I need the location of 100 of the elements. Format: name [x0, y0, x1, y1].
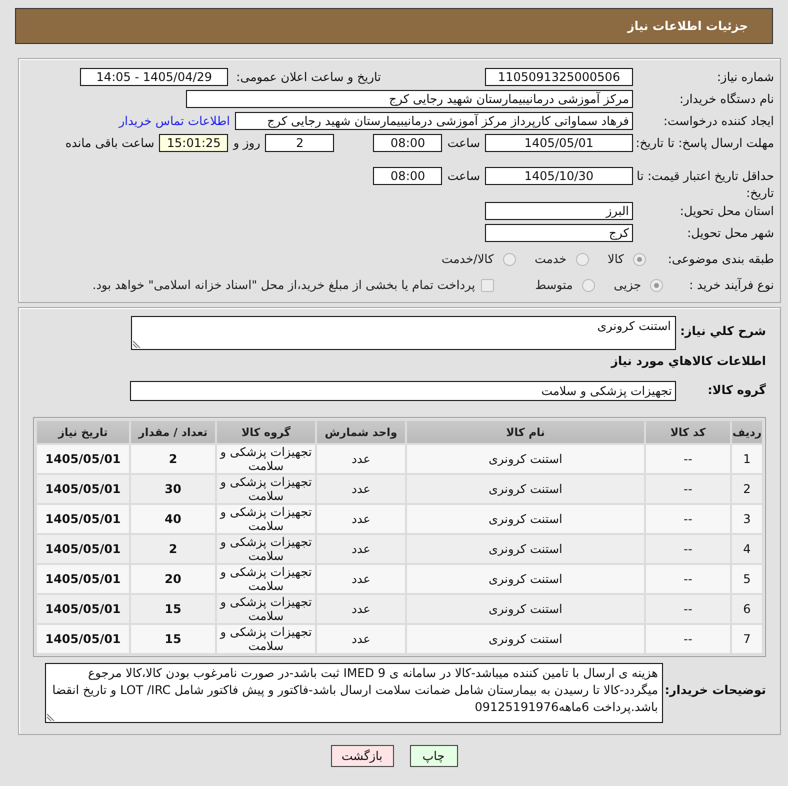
table-cell: -- [645, 564, 731, 594]
summary-textarea[interactable]: استنت کرونری [131, 316, 676, 350]
product-group-field[interactable]: تجهیزات پزشکی و سلامت [130, 381, 676, 401]
field-label: طبقه بندی موضوعی: [668, 250, 774, 268]
field-label: ایجاد کننده درخواست: [662, 113, 774, 130]
field-label: شماره نیاز: [716, 69, 774, 86]
resize-grip-icon [47, 713, 55, 721]
table-cell: استنت کرونری [406, 564, 645, 594]
radio-button[interactable] [576, 252, 589, 266]
table-cell: عدد [316, 624, 406, 654]
province-field[interactable]: البرز [485, 202, 633, 220]
time-field[interactable]: 08:00 [373, 167, 442, 185]
table-cell: 6 [731, 594, 763, 624]
table-cell: 20 [130, 564, 216, 594]
column-header: نام کالا [406, 420, 645, 444]
days-field[interactable]: 2 [265, 134, 334, 152]
field-label: استان محل تحویل: [678, 203, 774, 220]
table-cell: 15 [130, 624, 216, 654]
table-cell: تجهیزات پزشکی و سلامت [216, 564, 316, 594]
table-cell: 7 [731, 624, 763, 654]
table-cell: 1405/05/01 [36, 444, 130, 474]
radio-button[interactable] [650, 278, 664, 292]
table-cell: استنت کرونری [406, 474, 645, 504]
table-cell: استنت کرونری [406, 624, 645, 654]
radio-button[interactable] [582, 278, 595, 292]
table-cell: استنت کرونری [406, 534, 645, 564]
table-cell: -- [645, 624, 731, 654]
field-label: شهر محل تحویل: [686, 225, 774, 242]
table-cell: تجهیزات پزشکی و سلامت [216, 534, 316, 564]
field-label: مهلت ارسال پاسخ: تا تاریخ: [634, 135, 774, 152]
table-cell: 2 [731, 474, 763, 504]
column-header: گروه کالا [216, 420, 316, 444]
table-cell: عدد [316, 504, 406, 534]
table-cell: تجهیزات پزشکی و سلامت [216, 444, 316, 474]
table-cell: 4 [731, 534, 763, 564]
page-title: جزئیات اطلاعات نیاز [627, 19, 748, 33]
radio-label: جزیی [614, 278, 642, 292]
time-field[interactable]: 08:00 [373, 134, 442, 152]
table-cell: 15 [130, 594, 216, 624]
table-cell: 5 [731, 564, 763, 594]
table-cell: -- [645, 474, 731, 504]
table-cell: عدد [316, 534, 406, 564]
table-cell: -- [645, 504, 731, 534]
date-field[interactable]: 1405/10/30 [485, 167, 633, 185]
table-cell: تجهیزات پزشکی و سلامت [216, 504, 316, 534]
table-cell: 1405/05/01 [36, 624, 130, 654]
column-header: تعداد / مقدار [130, 420, 216, 444]
table-cell: عدد [316, 564, 406, 594]
checkbox-label: پرداخت تمام یا بخشی از مبلغ خرید،از محل "اسناد خزانه اسلامی" خواهد بود. [92, 278, 476, 292]
field-label: نوع فرآیند خرید : [689, 276, 774, 294]
table-cell: تجهیزات پزشکی و سلامت [216, 474, 316, 504]
table-cell: 1405/05/01 [36, 594, 130, 624]
table-cell: -- [645, 534, 731, 564]
column-header: تاریخ نیاز [36, 420, 130, 444]
table-cell: 1405/05/01 [36, 564, 130, 594]
table-cell: 2 [130, 444, 216, 474]
radio-label: کالا [608, 252, 624, 266]
field-label: تاریخ و ساعت اعلان عمومی: [236, 70, 381, 84]
radio-button[interactable] [632, 252, 646, 266]
table-cell: استنت کرونری [406, 594, 645, 624]
field-label: گروه کالا: [706, 382, 766, 397]
time-label: ساعت [447, 136, 480, 150]
table-cell: 1405/05/01 [36, 504, 130, 534]
table-cell: استنت کرونری [406, 504, 645, 534]
table-cell: -- [645, 444, 731, 474]
table-cell: 1405/05/01 [36, 474, 130, 504]
column-header: واحد شمارش [316, 420, 406, 444]
buyer-org-field[interactable]: مرکز آموزشی درمانیبیمارستان شهید رجایی کرج [186, 90, 633, 108]
column-header: کد کالا [645, 420, 731, 444]
city-field[interactable]: کرج [485, 224, 633, 242]
time-label: ساعت [447, 169, 480, 183]
table-cell: عدد [316, 594, 406, 624]
section-heading: اطلاعات کالاهاي مورد نیاز [611, 354, 766, 368]
announce-datetime-field[interactable]: 1405/04/29 - 14:05 [80, 68, 228, 86]
table-cell: 40 [130, 504, 216, 534]
table-cell: تجهیزات پزشکی و سلامت [216, 624, 316, 654]
days-label: روز و [233, 136, 260, 150]
table-cell: 30 [130, 474, 216, 504]
field-label: توضیحات خریدار: [664, 682, 766, 697]
contact-link[interactable]: اطلاعات تماس خریدار [118, 114, 230, 128]
table-cell: -- [645, 594, 731, 624]
field-label: حداقل تاریخ اعتبار قیمت: تا تاریخ: [636, 168, 774, 202]
checkbox[interactable] [481, 278, 494, 292]
table-cell: 1405/05/01 [36, 534, 130, 564]
radio-label: متوسط [535, 278, 573, 292]
print-button[interactable]: چاپ [410, 745, 458, 767]
resize-grip-icon [133, 340, 141, 348]
remaining-time-field[interactable]: 15:01:25 [159, 134, 228, 152]
requester-field[interactable]: فرهاد سماواتی کارپرداز مرکز آموزشی درمانیبیمارستان شهید رجایی کرج [235, 112, 633, 130]
buyer-notes-textarea[interactable]: هزینه ی ارسال با تامین کننده میباشد-کالا در سامانه ی IMED 9 ثبت باشد-در صورت نامرغوب بودن کالا،کالا مرجوع میگردد-کالا تا رسیدن به بیمارستان شامل ضمانت سلامت ارسال باشد-فاکتور و پیش فاکتور شامل LOT /IRC و تاریخ انقضا باشد.پرداخت 6ماهه09125191976 [45, 663, 663, 723]
table-cell: تجهیزات پزشکی و سلامت [216, 594, 316, 624]
need-number-field[interactable]: 1105091325000506 [485, 68, 633, 86]
radio-button[interactable] [502, 252, 516, 266]
table-cell: 1 [731, 444, 763, 474]
back-button[interactable]: بازگشت [330, 745, 394, 767]
table-cell: عدد [316, 444, 406, 474]
date-field[interactable]: 1405/05/01 [485, 134, 633, 152]
radio-label: خدمت [534, 252, 567, 266]
table-cell: 2 [130, 534, 216, 564]
table-cell: استنت کرونری [406, 444, 645, 474]
